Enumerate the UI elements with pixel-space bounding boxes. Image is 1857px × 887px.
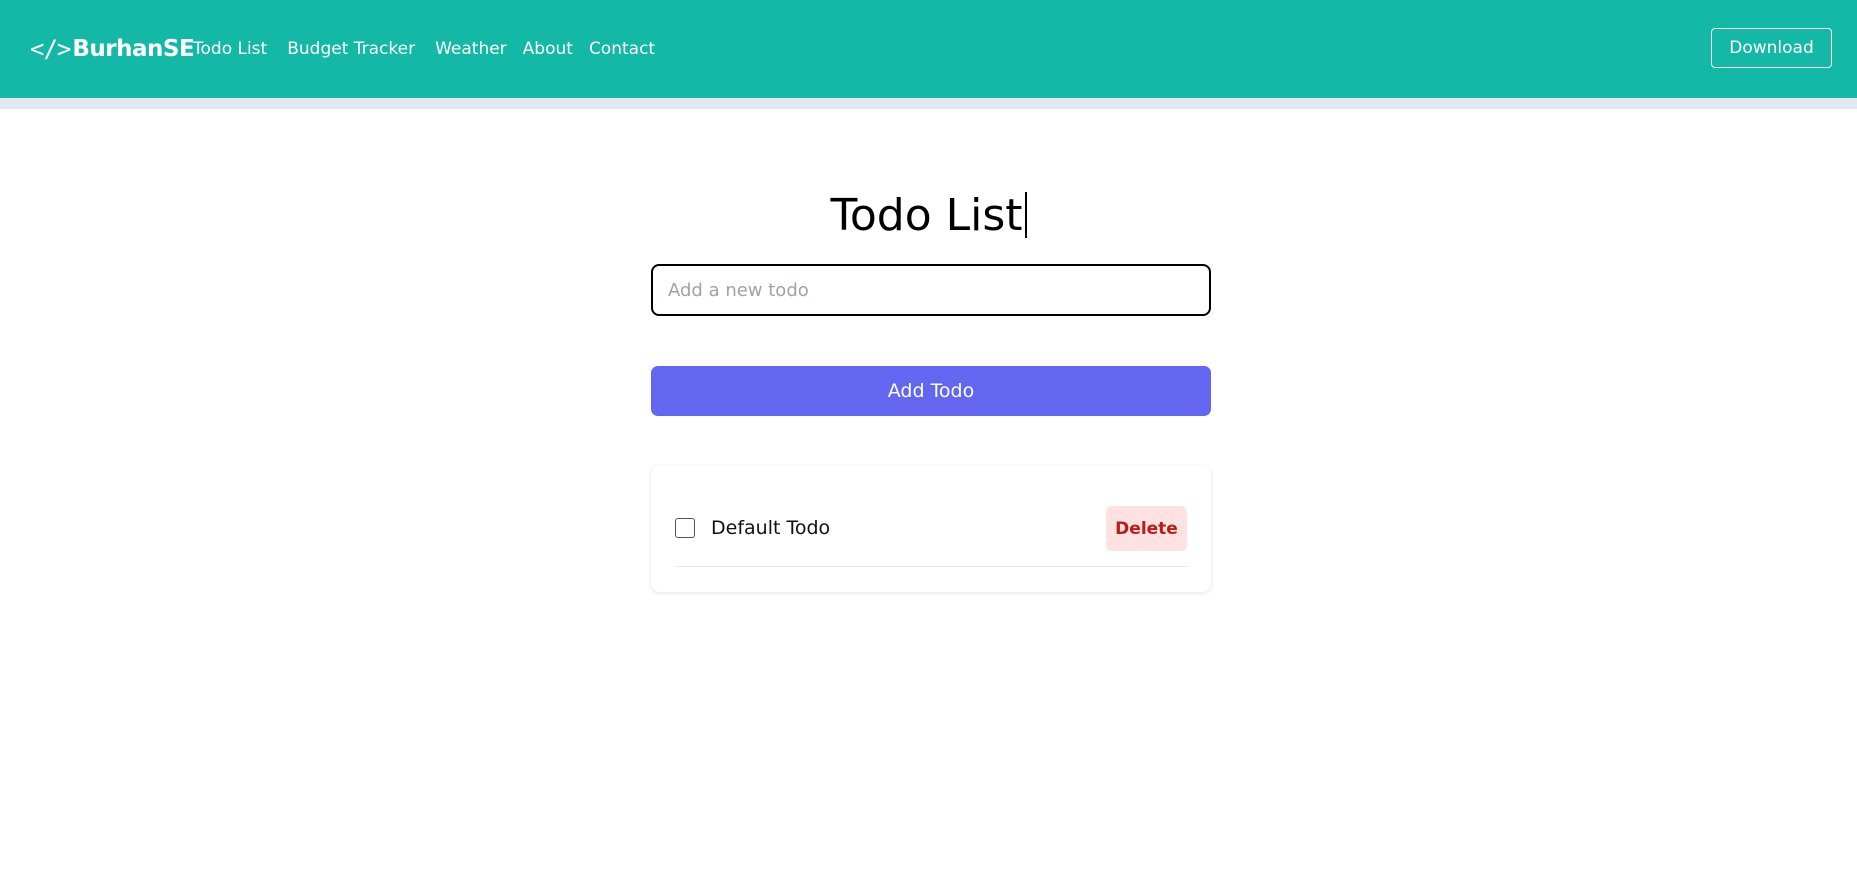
nav-link-about[interactable]: About <box>523 39 573 59</box>
code-icon: </> <box>30 35 71 63</box>
todo-text: Default Todo <box>711 517 831 539</box>
navbar: </> BurhanSE Todo List Budget Tracker We… <box>0 0 1857 98</box>
delete-todo-button[interactable]: Delete <box>1106 506 1187 551</box>
new-todo-input[interactable] <box>651 264 1211 316</box>
nav-link-budget-tracker[interactable]: Budget Tracker <box>287 39 415 59</box>
brand-logo-link[interactable]: </> BurhanSE <box>30 34 195 64</box>
download-button[interactable]: Download <box>1711 28 1832 68</box>
page-title: Todo List <box>0 188 1857 244</box>
add-todo-button[interactable]: Add Todo <box>651 366 1211 416</box>
nav-link-contact[interactable]: Contact <box>589 39 655 59</box>
text-caret <box>1024 192 1027 238</box>
page-title-text: Todo List <box>830 190 1023 241</box>
nav-link-weather[interactable]: Weather <box>435 39 507 59</box>
todo-item: Default Todo Delete <box>675 490 1187 567</box>
nav-links: Todo List Budget Tracker Weather About C… <box>193 36 671 62</box>
navbar-divider <box>0 98 1857 109</box>
todo-checkbox[interactable] <box>675 518 695 538</box>
nav-link-todo-list[interactable]: Todo List <box>193 39 267 59</box>
brand-name: BurhanSE <box>72 36 195 62</box>
todo-list-card: Default Todo Delete <box>651 466 1211 592</box>
